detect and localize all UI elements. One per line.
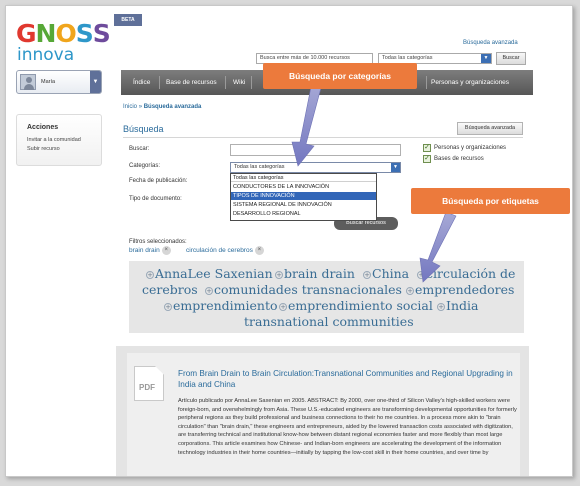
chevron-down-icon: ▼ [481,54,491,63]
filter-tag: brain drain × [129,246,171,255]
callout-tags: Búsqueda por etiquetas [411,188,570,214]
tag-label: India [446,298,479,313]
sidebar-link-subir[interactable]: Subir recurso [27,146,60,152]
tag-emprendedores[interactable]: + emprendedores [406,283,514,297]
nav-item-base-recursos[interactable]: Base de recursos [166,70,217,95]
plus-icon: + [417,271,425,279]
plus-icon: + [275,271,283,279]
tag-label: emprendimiento [173,298,278,313]
tag-cerebros[interactable]: cerebros [142,283,198,297]
header-search-button[interactable]: Buscar [496,52,526,65]
filter-tag-label[interactable]: brain drain [129,247,160,254]
tag-label: AnnaLee Saxenian [155,266,273,281]
tag-cloud: + AnnaLee Saxenian + brain drain + China + c… [129,261,524,333]
checkbox-bases-label: Bases de recursos [434,156,484,162]
sidebar-title: Acciones [27,124,59,131]
filters-title: Filtros seleccionados: [129,239,187,245]
categorias-label: Categorías: [129,163,161,169]
page: GNOSS innova BETA Búsqueda avanzada Busc… [5,5,573,477]
tag-india[interactable]: + India [437,299,478,313]
tag-label: emprendimiento social [288,298,433,313]
gnoss-innova-logo[interactable]: GNOSS innova [16,19,111,65]
page-title: Búsqueda [123,124,164,134]
checkbox-personas[interactable]: ✓ [423,144,431,152]
result-title[interactable]: From Brain Drain to Brain Circulation:Tr… [178,368,518,390]
title-divider [123,137,523,138]
user-name: María [41,79,56,85]
tag-transnational[interactable]: transnational communities [244,315,414,329]
dropdown-option[interactable]: SISTEMA REGIONAL DE INNOVACIÓN [231,201,376,209]
tag-label: comunidades transnacionales [214,282,402,297]
header-category-value: Todas las categorías [382,55,433,61]
nav-divider [159,76,160,89]
plus-icon: + [146,271,154,279]
remove-filter-icon[interactable]: × [254,246,264,255]
categorias-select[interactable]: Todas las categorías ▼ [230,162,401,173]
advanced-search-link[interactable]: Búsqueda avanzada [463,40,518,46]
checkbox-personas-label: Personas y organizaciones [434,145,507,151]
chevron-down-icon: ▼ [391,163,400,172]
categorias-dropdown-list: Todas las categorías CONDUCTORES DE LA I… [230,173,377,221]
chevron-down-icon[interactable]: ▼ [90,71,101,93]
checkbox-bases[interactable]: ✓ [423,155,431,163]
plus-icon: + [363,271,371,279]
tag-label: brain drain [284,266,355,281]
plus-icon: + [437,303,445,311]
result-abstract: Artículo publicado por AnnaLee Saxenian … [178,398,517,456]
avatar [20,74,36,90]
buscar-label: Buscar: [129,146,150,152]
tag-comunidades[interactable]: + comunidades transnacionales [205,283,402,297]
sidebar-link-invitar[interactable]: Invitar a la comunidad [27,137,81,143]
buscar-input[interactable] [230,144,401,156]
pdf-file-type: PDF [139,383,155,392]
nav-item-indice[interactable]: Índice [133,70,150,95]
breadcrumb-current: Búsqueda avanzada [143,104,202,110]
tag-emprendimiento[interactable]: + emprendimiento [164,299,278,313]
beta-badge: BETA [114,14,142,26]
nav-divider [426,76,427,89]
tag-label: emprendedores [415,282,515,297]
tipo-label: Tipo de documento: [129,196,182,202]
plus-icon: + [406,287,414,295]
logo-gnoss-text: GNOSS [16,19,111,48]
tag-annalee[interactable]: + AnnaLee Saxenian [146,267,273,281]
advanced-search-button[interactable]: Búsqueda avanzada [457,122,523,135]
tag-circulacion[interactable]: + circulación de [417,267,515,281]
breadcrumb-home[interactable]: Inicio [123,104,137,110]
remove-filter-icon[interactable]: × [161,246,171,255]
tag-china[interactable]: + China [363,267,409,281]
dropdown-option[interactable]: CONDUCTORES DE LA INNOVACIÓN [231,183,376,191]
dropdown-option[interactable]: DESARROLLO REGIONAL [231,210,376,218]
tag-emprendimiento-social[interactable]: + emprendimiento social [279,299,433,313]
breadcrumb-separator: » [138,104,143,110]
tag-brain-drain[interactable]: + brain drain [275,267,355,281]
plus-icon: + [205,287,213,295]
filter-tag: circulación de cerebros × [186,246,264,255]
fecha-label: Fecha de publicación: [129,178,188,184]
user-menu[interactable]: María ▼ [16,70,102,94]
nav-item-wiki[interactable]: Wiki [233,70,245,95]
filter-tag-label[interactable]: circulación de cerebros [186,247,253,254]
tag-label: circulación de [426,266,516,281]
dropdown-option-selected[interactable]: TIPOS DE INNOVACIÓN [231,192,376,200]
nav-item-personas[interactable]: Personas y organizaciones [431,70,509,95]
plus-icon: + [279,303,287,311]
nav-divider [251,76,252,89]
callout-categories: Búsqueda por categorías [263,63,417,89]
categorias-value: Todas las categorías [234,164,285,170]
nav-divider [225,76,226,89]
plus-icon: + [164,303,172,311]
tag-label: China [372,266,410,281]
logo-innova-text: innova [17,45,75,65]
sidebar-actions: Acciones Invitar a la comunidad Subir re… [16,114,102,166]
breadcrumb: Inicio » Búsqueda avanzada [123,104,201,110]
dropdown-option[interactable]: Todas las categorías [231,174,376,182]
